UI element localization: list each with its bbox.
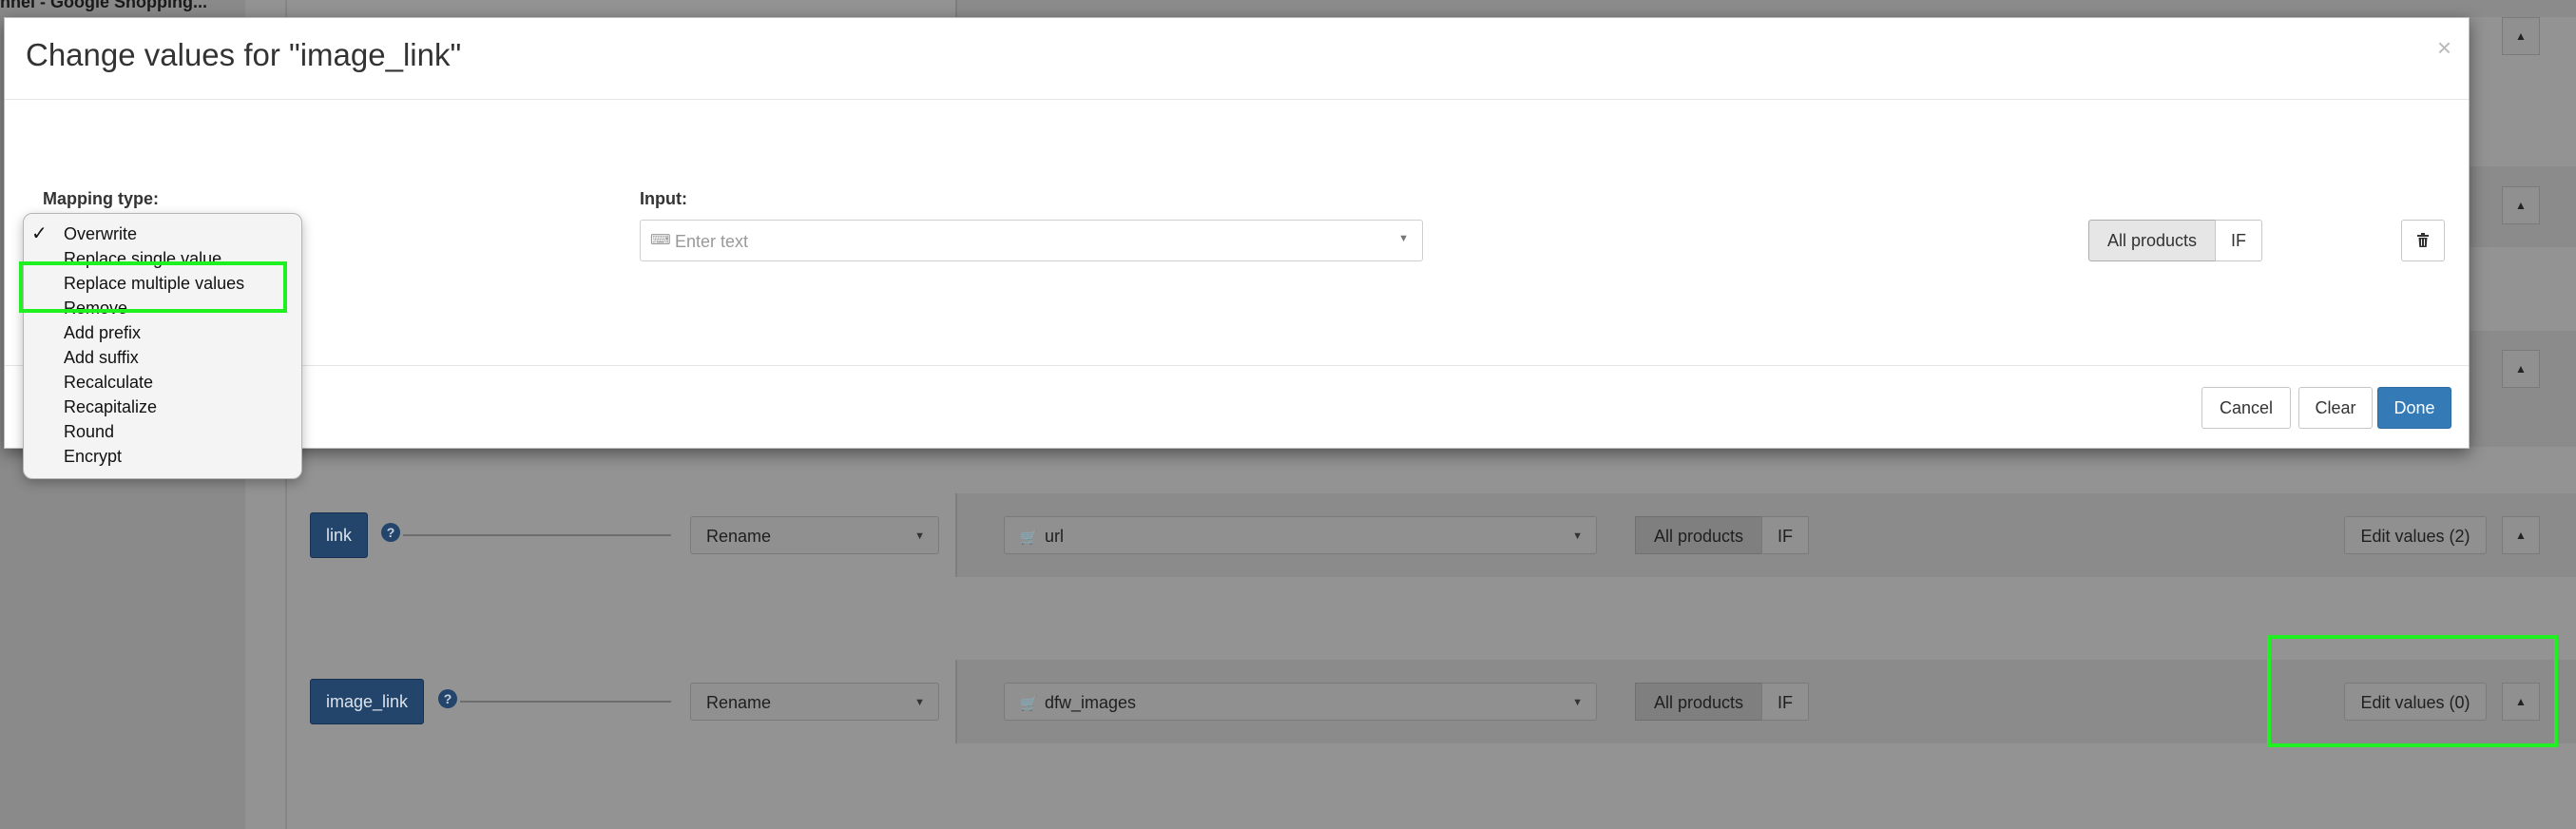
mode-select[interactable]: Rename ▼ bbox=[690, 516, 939, 554]
mapping-type-menu: ✓ Overwrite Replace single value Replace… bbox=[23, 213, 302, 479]
collapse-button[interactable]: ▲ bbox=[2502, 516, 2540, 554]
highlight-edit-values bbox=[2267, 635, 2558, 747]
help-icon[interactable]: ? bbox=[438, 689, 457, 708]
input-field[interactable]: ⌨ ▼ bbox=[640, 220, 1423, 261]
input-label: Input: bbox=[640, 189, 687, 208]
chevron-down-icon: ▼ bbox=[1572, 530, 1583, 542]
cart-icon: 🛒 bbox=[1020, 530, 1038, 546]
cancel-button[interactable]: Cancel bbox=[2201, 387, 2291, 429]
scope-all-products-button[interactable]: All products bbox=[1635, 516, 1762, 554]
chevron-down-icon[interactable]: ▼ bbox=[1398, 233, 1409, 244]
close-icon[interactable]: × bbox=[2437, 33, 2451, 63]
breadcrumb: nnel - Google Shopping... bbox=[0, 0, 207, 11]
menu-item-recalculate[interactable]: Recalculate bbox=[64, 373, 153, 393]
chevron-down-icon: ▼ bbox=[1572, 697, 1583, 708]
trash-icon bbox=[2417, 232, 2429, 247]
scope-all-products-button[interactable]: All products bbox=[1635, 683, 1762, 721]
connector-line bbox=[460, 701, 671, 703]
field-tag-image-link[interactable]: image_link bbox=[310, 679, 425, 724]
modal-header: Change values for "image_link" × bbox=[5, 18, 2469, 100]
scope-if-button[interactable]: IF bbox=[2215, 220, 2262, 261]
source-select[interactable]: 🛒 url ▼ bbox=[1004, 516, 1597, 554]
collapse-button[interactable]: ▲ bbox=[2502, 17, 2540, 55]
mode-select[interactable]: Rename ▼ bbox=[690, 683, 939, 721]
modal-title: Change values for "image_link" bbox=[26, 37, 462, 72]
mapping-type-label: Mapping type: bbox=[43, 189, 159, 208]
menu-item-round[interactable]: Round bbox=[64, 422, 114, 442]
scope-if-button[interactable]: IF bbox=[1761, 683, 1809, 721]
chevron-down-icon: ▼ bbox=[914, 697, 925, 708]
cart-icon: 🛒 bbox=[1020, 696, 1038, 712]
done-button[interactable]: Done bbox=[2377, 387, 2451, 429]
mapping-row-hidden bbox=[285, 0, 2576, 17]
connector-line bbox=[403, 534, 671, 536]
menu-item-add-suffix[interactable]: Add suffix bbox=[64, 348, 139, 368]
scope-all-products-button[interactable]: All products bbox=[2088, 220, 2216, 261]
change-values-modal: Change values for "image_link" × Mapping… bbox=[4, 17, 2470, 449]
keyboard-icon: ⌨ bbox=[650, 232, 671, 248]
collapse-button[interactable]: ▲ bbox=[2502, 350, 2540, 388]
edit-values-button[interactable]: Edit values (2) bbox=[2344, 516, 2487, 554]
delete-button[interactable] bbox=[2401, 220, 2445, 261]
source-select[interactable]: 🛒 dfw_images ▼ bbox=[1004, 683, 1597, 721]
menu-item-encrypt[interactable]: Encrypt bbox=[64, 447, 122, 467]
check-icon: ✓ bbox=[31, 223, 48, 244]
collapse-button[interactable]: ▲ bbox=[2502, 186, 2540, 224]
help-icon[interactable]: ? bbox=[381, 523, 400, 542]
field-tag-link[interactable]: link bbox=[310, 512, 369, 558]
menu-item-add-prefix[interactable]: Add prefix bbox=[64, 323, 141, 343]
modal-footer-divider bbox=[5, 365, 2469, 366]
scope-if-button[interactable]: IF bbox=[1761, 516, 1809, 554]
menu-item-overwrite[interactable]: Overwrite bbox=[64, 224, 137, 244]
input-text[interactable] bbox=[673, 226, 1380, 257]
menu-item-recapitalize[interactable]: Recapitalize bbox=[64, 397, 157, 417]
clear-button[interactable]: Clear bbox=[2298, 387, 2373, 429]
highlight-replace-multiple-values bbox=[19, 261, 287, 313]
chevron-down-icon: ▼ bbox=[914, 530, 925, 542]
